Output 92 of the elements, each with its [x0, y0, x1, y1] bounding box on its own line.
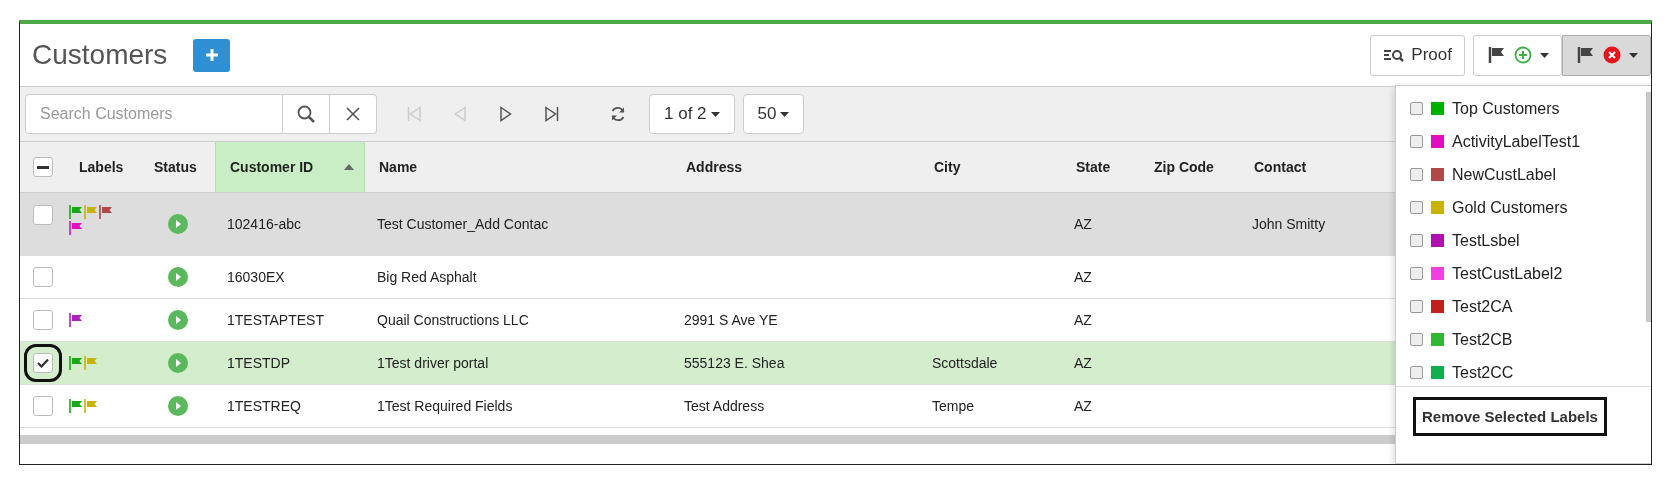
- plus-icon: [204, 48, 219, 62]
- label-name[interactable]: ActivityLabelTest1: [1452, 132, 1581, 151]
- search-button[interactable]: [283, 94, 330, 134]
- row-checkbox[interactable]: [32, 310, 53, 330]
- last-page-icon: [545, 106, 559, 122]
- caret-icon: [1540, 52, 1549, 58]
- label-checkbox[interactable]: [1410, 201, 1423, 214]
- table-cell: Big Red Asphalt: [377, 269, 477, 285]
- column-header[interactable]: City: [920, 142, 1062, 192]
- status-play-icon: [167, 267, 188, 287]
- table-cell: 1TESTDP: [227, 355, 290, 371]
- status-play-icon: [167, 396, 188, 416]
- table-row[interactable]: 1TESTREQ 1Test Required Fields Test Address Tempe AZ: [20, 385, 1395, 428]
- previous-icon: [454, 106, 466, 122]
- table-row[interactable]: 1TESTDP 1Test driver portal 555123 E. Shea Scottsdale AZ: [20, 342, 1395, 385]
- table-cell: 16030EX: [227, 269, 285, 285]
- next-icon: [500, 106, 512, 122]
- table-cell: 555123 E. Shea: [684, 355, 785, 371]
- column-header[interactable]: Contact: [1240, 142, 1395, 192]
- plus-circle-icon: [1514, 46, 1532, 64]
- column-header[interactable]: State: [1062, 142, 1140, 192]
- label-checkbox[interactable]: [1410, 333, 1423, 346]
- label-checkbox[interactable]: [1410, 102, 1423, 115]
- flag-icon: [1577, 46, 1595, 64]
- table-cell: 1Test driver portal: [377, 355, 489, 371]
- label-name[interactable]: TestCustLabel2: [1452, 264, 1563, 283]
- table-cell: Tempe: [932, 398, 975, 414]
- label-name[interactable]: Gold Customers: [1452, 198, 1568, 217]
- label-name[interactable]: Top Customers: [1452, 99, 1560, 118]
- table-cell: 2991 S Ave YE: [684, 312, 778, 328]
- table-cell: 1TESTREQ: [227, 398, 301, 414]
- row-checkbox[interactable]: [32, 205, 53, 225]
- table-cell: AZ: [1074, 216, 1092, 232]
- label-checkbox[interactable]: [1410, 267, 1423, 280]
- column-header[interactable]: Customer ID: [215, 142, 365, 192]
- label-name[interactable]: Test2CA: [1452, 297, 1513, 316]
- add-button[interactable]: [193, 38, 231, 72]
- table-row[interactable]: 16030EX Big Red Asphalt AZ: [20, 256, 1395, 299]
- close-icon: [346, 107, 360, 121]
- table-cell: Scottsdale: [932, 355, 998, 371]
- column-header[interactable]: Name: [365, 142, 672, 192]
- label-checkbox[interactable]: [1410, 135, 1423, 148]
- label-checkbox[interactable]: [1410, 300, 1423, 313]
- remove-circle-icon: [1603, 46, 1621, 64]
- caret-icon: [1629, 52, 1638, 58]
- table-row[interactable]: 102416-abc Test Customer_Add Contac AZ John Smitty: [20, 193, 1395, 256]
- remove-label-button[interactable]: [1562, 34, 1651, 76]
- label-name[interactable]: Test2CC: [1452, 363, 1514, 382]
- column-header[interactable]: Address: [672, 142, 920, 192]
- select-all-checkbox[interactable]: [32, 157, 53, 177]
- label-checkbox[interactable]: [1410, 234, 1423, 247]
- horizontal-scrollbar[interactable]: [20, 435, 1395, 444]
- column-header[interactable]: Zip Code: [1140, 142, 1240, 192]
- remove-selected-labels-button[interactable]: Remove Selected Labels: [1413, 397, 1607, 436]
- label-name[interactable]: Test2CB: [1452, 330, 1513, 349]
- status-play-icon: [167, 310, 188, 330]
- row-checkbox[interactable]: [32, 396, 53, 416]
- page-size-dropdown[interactable]: 50: [742, 94, 805, 134]
- refresh-icon: [610, 106, 626, 122]
- flag-icon: [1488, 46, 1506, 64]
- table-cell: AZ: [1074, 355, 1092, 371]
- table-cell: Test Customer_Add Contac: [377, 216, 549, 232]
- table-cell: Quail Constructions LLC: [377, 312, 529, 328]
- add-label-button[interactable]: [1473, 34, 1562, 76]
- search-icon: [297, 105, 315, 123]
- page-title: Customers: [32, 39, 168, 71]
- table-cell: Test Address: [684, 398, 765, 414]
- column-header[interactable]: Labels: [65, 142, 140, 192]
- caret-icon: [710, 111, 720, 117]
- check-icon: [36, 358, 49, 368]
- table-cell: 102416-abc: [227, 216, 301, 232]
- proof-button[interactable]: Proof: [1370, 34, 1465, 76]
- table-cell: AZ: [1074, 398, 1092, 414]
- table-cell: AZ: [1074, 269, 1092, 285]
- label-checkbox[interactable]: [1410, 366, 1423, 379]
- table-cell: John Smitty: [1252, 216, 1326, 232]
- label-name[interactable]: NewCustLabel: [1452, 165, 1557, 184]
- page-dropdown[interactable]: 1 of 2: [649, 94, 735, 134]
- table-cell: AZ: [1074, 312, 1092, 328]
- first-page-icon: [407, 106, 421, 122]
- search-field[interactable]: Search Customers: [25, 94, 283, 134]
- column-header[interactable]: Status: [140, 142, 215, 192]
- status-play-icon: [167, 353, 188, 373]
- label-name[interactable]: TestLsbel: [1452, 231, 1520, 250]
- proof-icon: [1383, 47, 1406, 63]
- sort-ascending-icon: [344, 164, 354, 170]
- table-cell: 1Test Required Fields: [377, 398, 513, 414]
- label-checkbox[interactable]: [1410, 168, 1423, 181]
- status-play-icon: [167, 214, 188, 234]
- row-checkbox[interactable]: [32, 267, 53, 287]
- table-cell: 1TESTAPTEST: [227, 312, 324, 328]
- caret-icon: [780, 111, 790, 117]
